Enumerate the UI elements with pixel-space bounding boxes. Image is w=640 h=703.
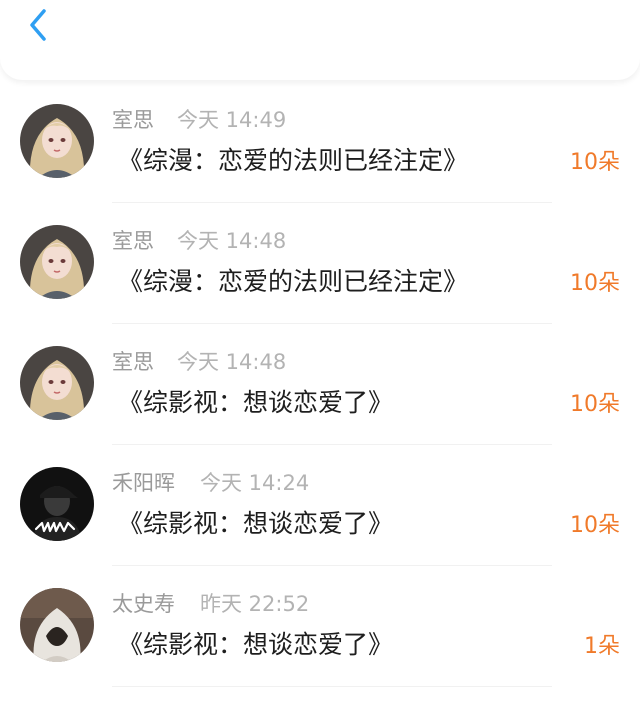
avatar[interactable] xyxy=(20,225,94,299)
girl-avatar-icon xyxy=(20,346,94,420)
sender-name[interactable]: 禾阳晖 xyxy=(112,469,175,497)
avatar[interactable] xyxy=(20,104,94,178)
list-item[interactable]: 室思 今天 14:48 《综漫：恋爱的法则已经注定》 10朵 xyxy=(0,203,640,324)
divider xyxy=(112,686,552,687)
book-title[interactable]: 《综影视：想谈恋爱了》 xyxy=(118,507,393,541)
list-item[interactable]: 太史寿 昨天 22:52 《综影视：想谈恋爱了》 1朵 xyxy=(0,566,640,687)
timestamp: 今天 14:49 xyxy=(177,108,287,132)
book-title[interactable]: 《综影视：想谈恋爱了》 xyxy=(118,386,393,420)
sender-name[interactable]: 太史寿 xyxy=(112,590,175,618)
list-item[interactable]: 室思 今天 14:48 《综影视：想谈恋爱了》 10朵 xyxy=(0,324,640,445)
timestamp: 昨天 22:52 xyxy=(200,592,310,616)
girl-avatar-icon xyxy=(20,225,94,299)
hooded-figure-avatar-icon xyxy=(20,588,94,662)
list-item[interactable]: 禾阳晖 今天 14:24 《综影视：想谈恋爱了》 10朵 xyxy=(0,445,640,566)
gift-amount: 10朵 xyxy=(570,271,620,296)
cap-man-avatar-icon xyxy=(20,467,94,541)
book-title[interactable]: 《综漫：恋爱的法则已经注定》 xyxy=(118,144,468,178)
girl-avatar-icon xyxy=(20,104,94,178)
avatar[interactable] xyxy=(20,346,94,420)
avatar[interactable] xyxy=(20,467,94,541)
timestamp: 今天 14:24 xyxy=(200,471,310,495)
sender-name[interactable]: 室思 xyxy=(112,106,154,134)
timestamp: 今天 14:48 xyxy=(177,350,287,374)
chevron-left-icon xyxy=(30,9,46,41)
gift-record-list: 室思 今天 14:49 《综漫：恋爱的法则已经注定》 10朵 室思 今天 14:… xyxy=(0,82,640,687)
gift-amount: 10朵 xyxy=(570,513,620,538)
avatar[interactable] xyxy=(20,588,94,662)
list-item[interactable]: 室思 今天 14:49 《综漫：恋爱的法则已经注定》 10朵 xyxy=(0,82,640,203)
sender-name[interactable]: 室思 xyxy=(112,348,154,376)
book-title[interactable]: 《综影视：想谈恋爱了》 xyxy=(118,628,393,662)
top-bar xyxy=(0,0,640,80)
gift-amount: 10朵 xyxy=(570,392,620,417)
gift-amount: 10朵 xyxy=(570,150,620,175)
gift-amount: 1朵 xyxy=(584,634,620,659)
sender-name[interactable]: 室思 xyxy=(112,227,154,255)
back-button[interactable] xyxy=(18,5,58,45)
book-title[interactable]: 《综漫：恋爱的法则已经注定》 xyxy=(118,265,468,299)
timestamp: 今天 14:48 xyxy=(177,229,287,253)
